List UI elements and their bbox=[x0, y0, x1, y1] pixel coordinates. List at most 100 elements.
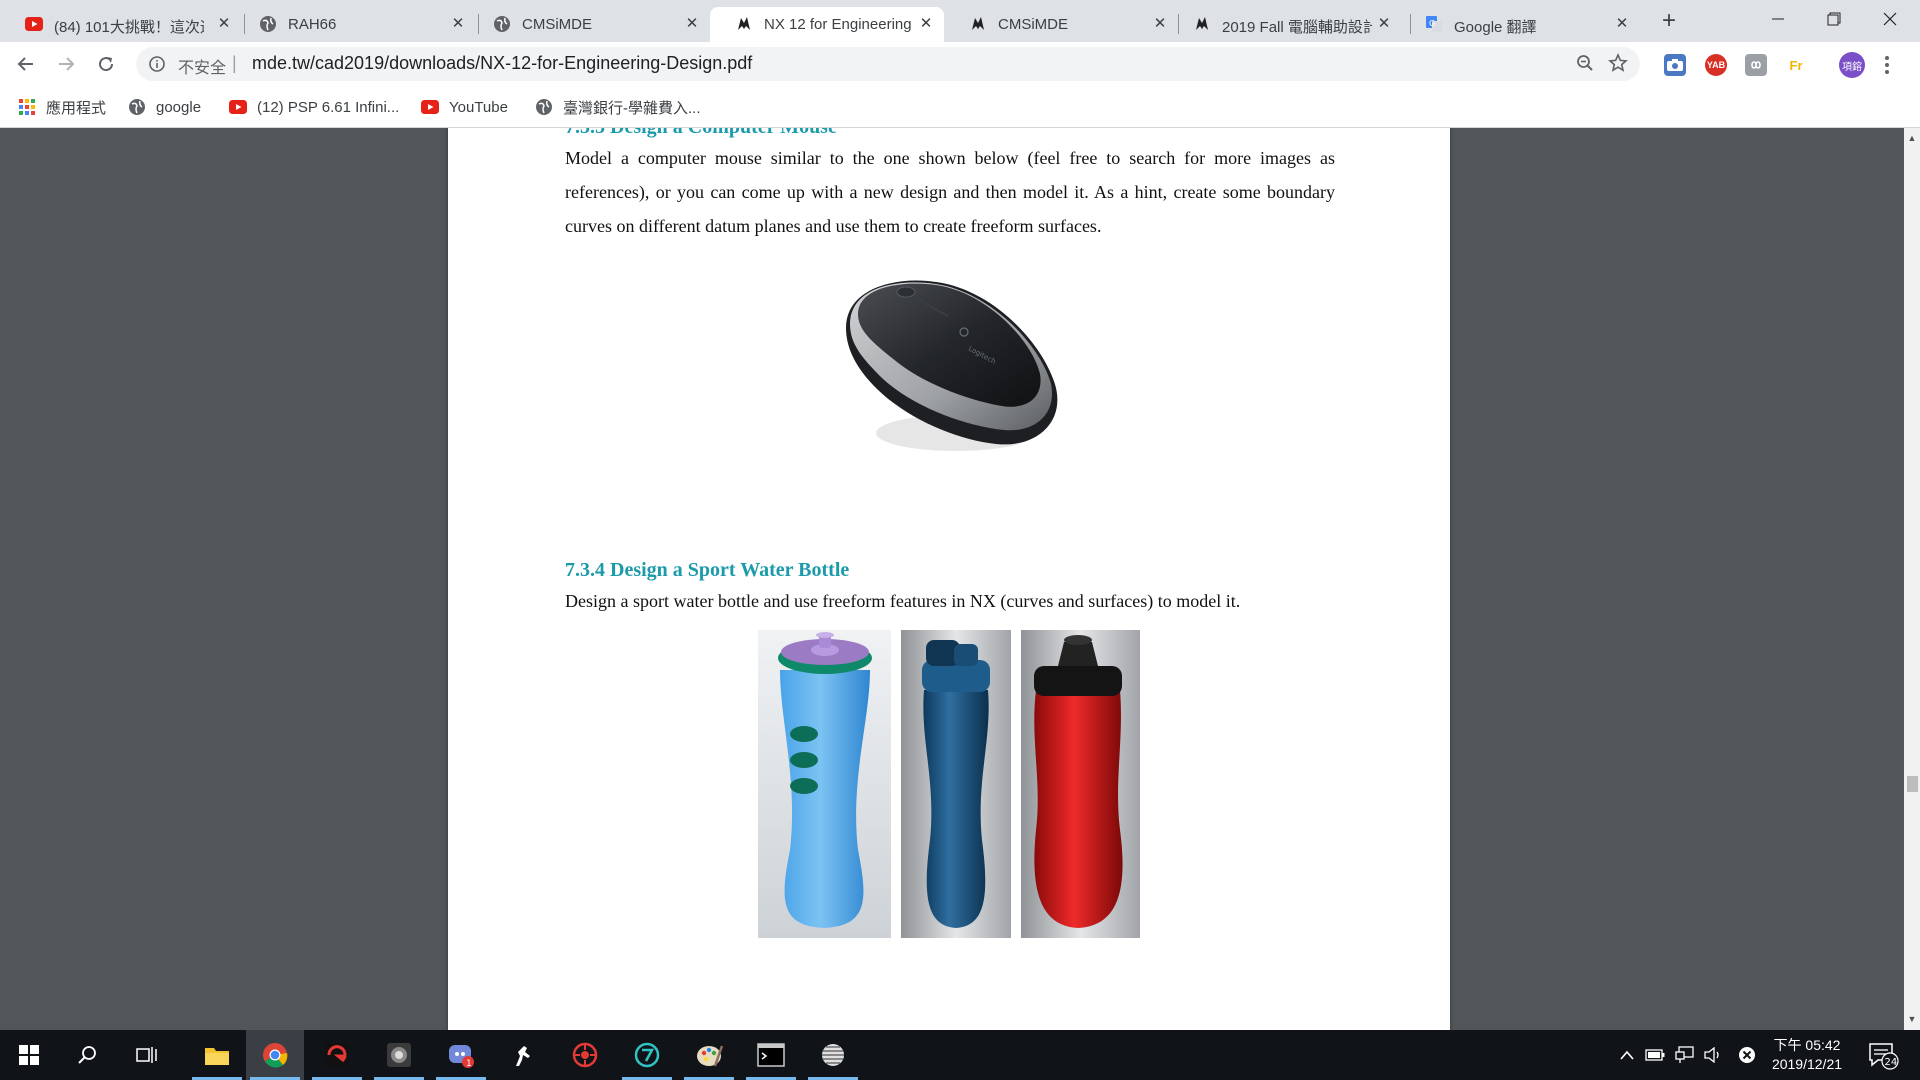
globe-icon bbox=[259, 15, 277, 33]
bookmark-label: google bbox=[156, 98, 202, 116]
restore-button[interactable] bbox=[1804, 0, 1864, 38]
network-icon[interactable] bbox=[1675, 1045, 1695, 1065]
new-tab-button[interactable]: + bbox=[1656, 9, 1682, 35]
tab-nx12-active[interactable]: NX 12 for Engineering ✕ bbox=[710, 7, 944, 42]
counter-strike-icon[interactable] bbox=[494, 1030, 552, 1080]
bookmark-apps[interactable]: 應用程式 bbox=[18, 94, 106, 120]
pdf-viewer[interactable]: 7.3.3 Design a Computer Mouse Model a co… bbox=[0, 128, 1904, 1030]
reload-button[interactable] bbox=[92, 50, 120, 78]
yab-extension-icon[interactable]: YAB bbox=[1705, 54, 1727, 76]
pdf-page: 7.3.3 Design a Computer Mouse Model a co… bbox=[448, 128, 1450, 1030]
bookmark-google[interactable]: google bbox=[128, 94, 201, 120]
close-tab-icon[interactable]: ✕ bbox=[682, 14, 702, 34]
minimize-button[interactable] bbox=[1748, 0, 1808, 38]
bookmark-psp[interactable]: (12) PSP 6.61 Infini... bbox=[229, 94, 399, 120]
security-label: 不安全 bbox=[178, 60, 227, 77]
app-teal-icon[interactable] bbox=[618, 1030, 676, 1080]
bookmark-bar: 應用程式 google (12) PSP 6.61 Infini... YouT… bbox=[0, 86, 1920, 128]
section-734-heading: 7.3.4 Design a Sport Water Bottle bbox=[565, 559, 850, 581]
vertical-scrollbar[interactable] bbox=[1904, 128, 1920, 1030]
tab-google-translate[interactable]: G Google 翻譯 ✕ bbox=[1400, 7, 1640, 42]
globe-icon bbox=[493, 15, 511, 33]
cmsimde-icon bbox=[1193, 15, 1211, 33]
close-tab-icon[interactable]: ✕ bbox=[214, 14, 234, 34]
clock-time: 下午 05:42 bbox=[1773, 1037, 1841, 1053]
discord-icon[interactable]: 1 bbox=[432, 1030, 490, 1080]
svg-text:G: G bbox=[1429, 19, 1435, 28]
back-button[interactable] bbox=[12, 50, 40, 78]
close-tab-icon[interactable]: ✕ bbox=[1612, 14, 1632, 34]
tab-title: NX 12 for Engineering bbox=[764, 16, 912, 33]
apps-grid-icon bbox=[18, 98, 36, 116]
windows-taskbar: 1 下午 05:42 2019/12/21 24 bbox=[0, 1030, 1920, 1080]
fr-extension-icon[interactable]: Fr bbox=[1785, 54, 1807, 76]
bookmark-bank[interactable]: 臺灣銀行-學雜費入... bbox=[535, 94, 701, 120]
clock-date: 2019/12/21 bbox=[1771, 1056, 1843, 1072]
app-sphere-icon[interactable] bbox=[804, 1030, 862, 1080]
tab-title: RAH66 bbox=[288, 16, 337, 33]
scrollbar-thumb[interactable] bbox=[1907, 776, 1918, 792]
chrome-icon[interactable] bbox=[246, 1030, 304, 1080]
globe-icon bbox=[128, 98, 146, 116]
section-733-heading: 7.3.3 Design a Computer Mouse bbox=[565, 128, 837, 139]
zoom-icon[interactable] bbox=[1576, 54, 1594, 77]
tab-title: 2019 Fall 電腦輔助設計 bbox=[1222, 19, 1372, 36]
cmsimde-icon bbox=[735, 15, 753, 33]
tab-cmsimde-1[interactable]: CMSiMDE ✕ bbox=[468, 7, 710, 42]
terminal-icon[interactable] bbox=[742, 1030, 800, 1080]
close-tab-icon[interactable]: ✕ bbox=[1150, 14, 1170, 34]
google-translate-icon: G bbox=[1425, 15, 1443, 33]
task-view-icon[interactable] bbox=[118, 1030, 176, 1080]
scroll-down-arrow-icon[interactable]: ▼ bbox=[1904, 1011, 1920, 1027]
close-window-button[interactable] bbox=[1860, 0, 1920, 38]
youtube-icon bbox=[421, 98, 439, 116]
bookmark-label: 臺灣銀行-學雜費入... bbox=[563, 99, 701, 117]
notification-center-icon[interactable]: 24 bbox=[1866, 1040, 1902, 1070]
youtube-icon bbox=[229, 98, 247, 116]
section-733-text: Model a computer mouse similar to the on… bbox=[565, 148, 1335, 236]
close-tab-icon[interactable]: ✕ bbox=[1374, 14, 1394, 34]
app-red-icon[interactable] bbox=[556, 1030, 614, 1080]
tab-youtube[interactable]: (84) 101大挑戰！這次遇 ✕ bbox=[0, 7, 242, 42]
close-tab-icon[interactable]: ✕ bbox=[448, 14, 468, 34]
notification-count: 24 bbox=[1885, 1057, 1898, 1068]
start-icon[interactable] bbox=[0, 1030, 58, 1080]
tab-title: CMSiMDE bbox=[522, 16, 592, 33]
tab-cmsimde-2[interactable]: CMSiMDE ✕ bbox=[944, 7, 1178, 42]
volume-icon[interactable] bbox=[1703, 1045, 1723, 1065]
address-separator: | bbox=[232, 53, 237, 73]
tab-title: Google 翻譯 bbox=[1454, 19, 1537, 36]
youtube-icon bbox=[25, 15, 43, 33]
address-bar[interactable]: 不安全 | mde.tw/cad2019/downloads/NX-12-for… bbox=[136, 47, 1640, 81]
tab-2019-fall[interactable]: 2019 Fall 電腦輔助設計 ✕ bbox=[1168, 7, 1402, 42]
bookmark-label: 應用程式 bbox=[46, 99, 107, 117]
battery-icon[interactable] bbox=[1645, 1045, 1665, 1065]
profile-avatar[interactable]: 項鎔 bbox=[1839, 52, 1865, 78]
file-explorer-icon[interactable] bbox=[188, 1030, 246, 1080]
paint-icon[interactable] bbox=[680, 1030, 738, 1080]
menu-dots-icon[interactable] bbox=[1884, 54, 1890, 76]
water-bottles-image bbox=[758, 630, 1140, 938]
bookmark-youtube[interactable]: YouTube bbox=[421, 94, 508, 120]
search-icon[interactable] bbox=[58, 1030, 116, 1080]
section-734-text: Design a sport water bottle and use free… bbox=[565, 591, 1241, 611]
tab-title: CMSiMDE bbox=[998, 16, 1068, 33]
system-clock[interactable]: 下午 05:42 2019/12/21 bbox=[1752, 1036, 1862, 1074]
info-icon[interactable] bbox=[148, 55, 166, 78]
tab-strip: (84) 101大挑戰！這次遇 ✕ RAH66 ✕ CMSiMDE ✕ NX 1… bbox=[0, 0, 1920, 42]
camera-extension-icon[interactable] bbox=[1664, 54, 1686, 76]
chevron-up-icon[interactable] bbox=[1617, 1045, 1637, 1065]
bookmark-star-icon[interactable] bbox=[1608, 53, 1628, 78]
garena-icon[interactable] bbox=[308, 1030, 366, 1080]
browser-toolbar: 不安全 | mde.tw/cad2019/downloads/NX-12-for… bbox=[0, 42, 1920, 86]
bookmark-label: YouTube bbox=[449, 98, 508, 116]
url-text[interactable]: mde.tw/cad2019/downloads/NX-12-for-Engin… bbox=[252, 53, 752, 74]
game-icon[interactable] bbox=[370, 1030, 428, 1080]
computer-mouse-image: Logitech bbox=[836, 258, 1066, 488]
scroll-up-arrow-icon[interactable]: ▲ bbox=[1904, 130, 1920, 146]
cmsimde-icon bbox=[969, 15, 987, 33]
forward-button[interactable] bbox=[52, 50, 80, 78]
close-tab-icon[interactable]: ✕ bbox=[916, 14, 936, 34]
infinity-extension-icon[interactable] bbox=[1745, 54, 1767, 76]
tab-rah66[interactable]: RAH66 ✕ bbox=[234, 7, 476, 42]
